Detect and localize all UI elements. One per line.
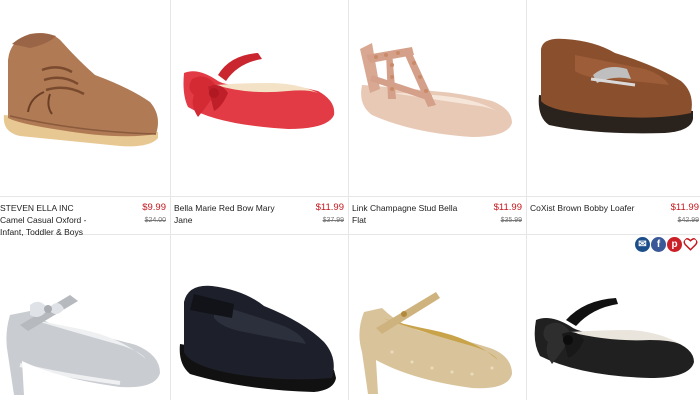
product-caption: Bella Marie Red Bow Mary Jane $11.99 $37… <box>174 202 344 234</box>
product-name[interactable]: STEVEN ELLA INC Camel Casual Oxford - In… <box>0 202 96 238</box>
product-old-price: $35.99 <box>500 217 522 224</box>
product-name[interactable]: CoXist Brown Bobby Loafer <box>530 202 640 214</box>
facebook-icon[interactable]: f <box>651 237 666 252</box>
product-image-black-loafer[interactable] <box>174 282 339 400</box>
product-image-brown-bobby-loafer[interactable] <box>535 35 695 145</box>
heart-icon[interactable] <box>683 237 698 252</box>
product-price: $9.99 <box>142 202 166 213</box>
product-name[interactable]: Bella Marie Red Bow Mary Jane <box>174 202 282 226</box>
grid-divider <box>0 234 700 235</box>
product-price: $11.99 <box>670 202 699 213</box>
product-image-black-bow-mary-jane[interactable] <box>530 290 698 400</box>
grid-divider <box>0 196 700 197</box>
product-price: $11.99 <box>493 202 522 213</box>
grid-divider <box>170 0 171 400</box>
product-image-gold-mary-jane-heel[interactable] <box>352 282 517 400</box>
product-old-price: $24.00 <box>144 217 166 224</box>
product-old-price: $37.99 <box>322 217 344 224</box>
grid-divider <box>348 0 349 400</box>
product-caption: CoXist Brown Bobby Loafer $11.99 $42.99 <box>530 202 699 234</box>
product-caption: STEVEN ELLA INC Camel Casual Oxford - In… <box>0 202 166 237</box>
product-price: $11.99 <box>315 202 344 213</box>
product-old-price: $42.99 <box>677 217 699 224</box>
grid-divider <box>526 0 527 400</box>
product-name[interactable]: Link Champagne Stud Bella Flat <box>352 202 460 226</box>
email-icon[interactable]: ✉ <box>635 237 650 252</box>
product-image-camel-oxford[interactable] <box>0 20 165 160</box>
product-image-champagne-stud-flat[interactable] <box>352 35 517 145</box>
share-icons: ✉ f p <box>635 237 699 253</box>
product-caption: Link Champagne Stud Bella Flat $11.99 $3… <box>352 202 522 234</box>
product-image-silver-bow-heel[interactable] <box>0 275 165 400</box>
product-image-red-bow-mary-jane[interactable] <box>178 45 338 135</box>
pinterest-icon[interactable]: p <box>667 237 682 252</box>
